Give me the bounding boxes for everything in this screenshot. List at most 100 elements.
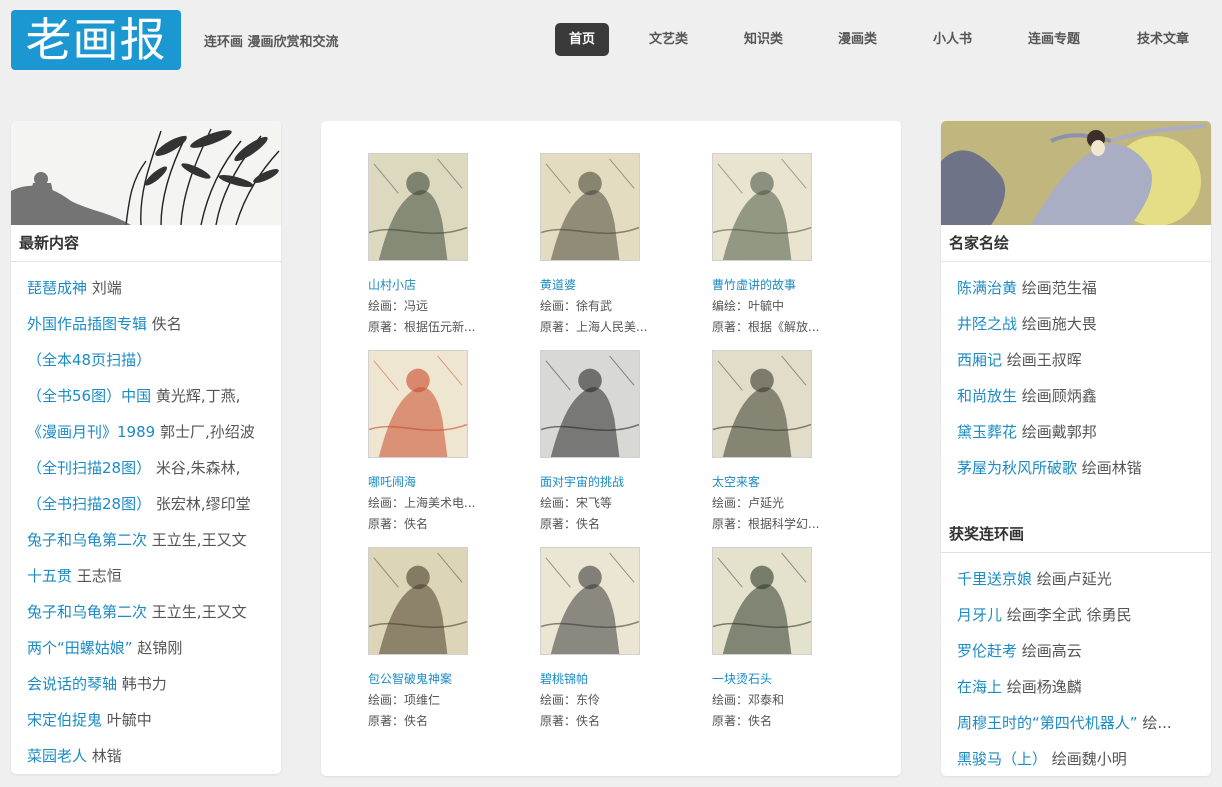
list-item-title[interactable]: 井陉之战 bbox=[957, 315, 1017, 333]
list-item[interactable]: 罗伦赶考 绘画高云 bbox=[957, 633, 1203, 669]
list-item[interactable]: 兔子和乌龟第二次 王立生,王又文 bbox=[27, 522, 273, 558]
book-card[interactable]: 面对宇宙的挑战 绘画：宋飞等 原著：佚名 bbox=[540, 350, 680, 535]
list-item-title[interactable]: 陈满治黄 bbox=[957, 279, 1017, 297]
book-original-author: 原著：佚名 bbox=[540, 714, 601, 728]
book-original-author: 原著：上海人民美... bbox=[540, 320, 648, 334]
list-item-title[interactable]: （全书56图）中国 bbox=[27, 387, 151, 405]
list-item-title[interactable]: 兔子和乌龟第二次 bbox=[27, 603, 147, 621]
list-item-title[interactable]: （全本48页扫描） bbox=[27, 351, 151, 369]
list-item-title[interactable]: 会说话的琴轴 bbox=[27, 675, 117, 693]
book-title[interactable]: 哪吒闹海 bbox=[368, 472, 508, 493]
list-item[interactable]: 两个“田螺姑娘” 赵锦刚 bbox=[27, 630, 273, 666]
list-item-author: 赵锦刚 bbox=[137, 639, 183, 657]
book-original-author: 原著：佚名 bbox=[712, 714, 773, 728]
list-item[interactable]: 周穆王时的“第四代机器人” 绘... bbox=[957, 705, 1203, 741]
site-logo[interactable]: 老画报 bbox=[11, 10, 181, 70]
list-item-title[interactable]: （全书扫描28图） bbox=[27, 495, 151, 513]
book-cover-thumbnail[interactable] bbox=[540, 547, 640, 655]
book-cover-thumbnail[interactable] bbox=[540, 153, 640, 261]
list-item-title[interactable]: 两个“田螺姑娘” bbox=[27, 639, 133, 657]
book-title[interactable]: 太空来客 bbox=[712, 472, 852, 493]
list-item-title[interactable]: 周穆王时的“第四代机器人” bbox=[957, 714, 1138, 732]
book-card[interactable]: 碧桃锦帕 绘画：东伶 原著：佚名 bbox=[540, 547, 680, 732]
book-card[interactable]: 太空来客绘画：卢延光原著：根据科学幻... bbox=[712, 350, 852, 535]
book-card[interactable]: 哪吒闹海 绘画：上海美术电... 原著：佚名 bbox=[368, 350, 508, 535]
nav-knowledge[interactable]: 知识类 bbox=[730, 23, 797, 56]
book-title[interactable]: 包公智破鬼神案 bbox=[368, 669, 508, 690]
list-item[interactable]: 《漫画月刊》1989 郭士厂,孙绍波 bbox=[27, 414, 273, 450]
book-cover-thumbnail[interactable] bbox=[712, 153, 812, 261]
list-item[interactable]: （全书56图）中国 黄光辉,丁燕, bbox=[27, 378, 273, 414]
list-item[interactable]: 琵琶成神 刘端 bbox=[27, 270, 273, 306]
book-cover-thumbnail[interactable] bbox=[712, 547, 812, 655]
book-card[interactable]: 曹竹虚讲的故事 编绘：叶毓中 原著：根据《解放... bbox=[712, 153, 852, 338]
list-item-author: 刘端 bbox=[91, 279, 122, 297]
list-item-author: 绘画李全武 徐勇民 bbox=[1006, 606, 1132, 624]
list-item[interactable]: 菜园老人 林锴 bbox=[27, 738, 273, 774]
list-item[interactable]: 月牙儿 绘画李全武 徐勇民 bbox=[957, 597, 1203, 633]
list-item[interactable]: 千里送京娘 绘画卢延光 bbox=[957, 561, 1203, 597]
list-item[interactable]: 西厢记 绘画王叔晖 bbox=[957, 342, 1203, 378]
book-card[interactable]: 黄道婆 绘画：徐有武 原著：上海人民美... bbox=[540, 153, 680, 338]
list-item[interactable]: （全书扫描28图） 张宏林,缪印堂 bbox=[27, 486, 273, 522]
list-item-title[interactable]: 黑骏马（上） bbox=[957, 750, 1047, 768]
list-item-title[interactable]: 罗伦赶考 bbox=[957, 642, 1017, 660]
list-item[interactable]: 茅屋为秋风所破歌 绘画林锴 bbox=[957, 450, 1203, 486]
book-cover-thumbnail[interactable] bbox=[540, 350, 640, 458]
list-item-title[interactable]: 《漫画月刊》1989 bbox=[27, 423, 155, 441]
nav-picture-books[interactable]: 小人书 bbox=[919, 23, 986, 56]
list-item[interactable]: 和尚放生 绘画顾炳鑫 bbox=[957, 378, 1203, 414]
nav-literature[interactable]: 文艺类 bbox=[635, 23, 702, 56]
list-item[interactable]: 兔子和乌龟第二次 王立生,王又文 bbox=[27, 594, 273, 630]
list-item[interactable]: （全刊扫描28图） 米谷,朱森林, bbox=[27, 450, 273, 486]
list-item-title[interactable]: 琵琶成神 bbox=[27, 279, 87, 297]
book-card[interactable]: 一块烫石头 绘画：邓泰和 原著：佚名 bbox=[712, 547, 852, 732]
list-item-title[interactable]: 外国作品插图专辑 bbox=[27, 315, 147, 333]
book-illustrator: 绘画：卢延光 bbox=[712, 496, 785, 510]
famous-list: 陈满治黄 绘画范生福 井陉之战 绘画施大畏 西厢记 绘画王叔晖 和尚放生 绘画顾炳鑫黛… bbox=[941, 262, 1211, 486]
book-cover-thumbnail[interactable] bbox=[368, 350, 468, 458]
list-item-title[interactable]: 月牙儿 bbox=[957, 606, 1002, 624]
list-item-title[interactable]: 茅屋为秋风所破歌 bbox=[957, 459, 1077, 477]
nav-topics[interactable]: 连画专题 bbox=[1014, 23, 1094, 56]
list-item[interactable]: 陈满治黄 绘画范生福 bbox=[957, 270, 1203, 306]
list-item[interactable]: 在海上 绘画杨逸麟 bbox=[957, 669, 1203, 705]
list-item[interactable]: 黛玉葬花 绘画戴郭邦 bbox=[957, 414, 1203, 450]
list-item-author: 绘画卢延光 bbox=[1036, 570, 1112, 588]
list-item-title[interactable]: 和尚放生 bbox=[957, 387, 1017, 405]
book-cover-thumbnail[interactable] bbox=[712, 350, 812, 458]
list-item-author: 佚名 bbox=[151, 315, 182, 333]
list-item[interactable]: 外国作品插图专辑 佚名 bbox=[27, 306, 273, 342]
list-item[interactable]: （全本48页扫描） bbox=[27, 342, 273, 378]
book-card[interactable]: 山村小店 绘画：冯远 原著：根据伍元新... bbox=[368, 153, 508, 338]
list-item-title[interactable]: 菜园老人 bbox=[27, 747, 87, 765]
list-item-title[interactable]: 千里送京娘 bbox=[957, 570, 1032, 588]
book-cover-thumbnail[interactable] bbox=[368, 153, 468, 261]
list-item[interactable]: 黑骏马（上） 绘画魏小明 bbox=[957, 741, 1203, 776]
list-item-title[interactable]: 在海上 bbox=[957, 678, 1002, 696]
list-item-title[interactable]: 宋定伯捉鬼 bbox=[27, 711, 102, 729]
list-item-title[interactable]: 兔子和乌龟第二次 bbox=[27, 531, 147, 549]
book-title[interactable]: 面对宇宙的挑战 bbox=[540, 472, 680, 493]
nav-comics[interactable]: 漫画类 bbox=[824, 23, 891, 56]
list-item-title[interactable]: 黛玉葬花 bbox=[957, 423, 1017, 441]
list-item-title[interactable]: 西厢记 bbox=[957, 351, 1002, 369]
book-title[interactable]: 黄道婆 bbox=[540, 275, 680, 296]
book-title[interactable]: 一块烫石头 bbox=[712, 669, 852, 690]
book-original-author: 原著：根据科学幻... bbox=[712, 517, 820, 531]
book-card[interactable]: 包公智破鬼神案 绘画：项维仁 原著：佚名 bbox=[368, 547, 508, 732]
book-title[interactable]: 碧桃锦帕 bbox=[540, 669, 680, 690]
list-item[interactable]: 会说话的琴轴 韩书力 bbox=[27, 666, 273, 702]
book-illustrator: 绘画：宋飞等 bbox=[540, 496, 613, 510]
list-item[interactable]: 井陉之战 绘画施大畏 bbox=[957, 306, 1203, 342]
list-item-title[interactable]: （全刊扫描28图） bbox=[27, 459, 151, 477]
book-title[interactable]: 曹竹虚讲的故事 bbox=[712, 275, 852, 296]
book-title[interactable]: 山村小店 bbox=[368, 275, 508, 296]
list-item-author: 张宏林,缪印堂 bbox=[155, 495, 251, 513]
list-item[interactable]: 宋定伯捉鬼 叶毓中 bbox=[27, 702, 273, 738]
list-item[interactable]: 十五贯 王志恒 bbox=[27, 558, 273, 594]
nav-home[interactable]: 首页 bbox=[555, 23, 610, 56]
book-cover-thumbnail[interactable] bbox=[368, 547, 468, 655]
list-item-title[interactable]: 十五贯 bbox=[27, 567, 72, 585]
nav-tech-articles[interactable]: 技术文章 bbox=[1123, 23, 1203, 56]
